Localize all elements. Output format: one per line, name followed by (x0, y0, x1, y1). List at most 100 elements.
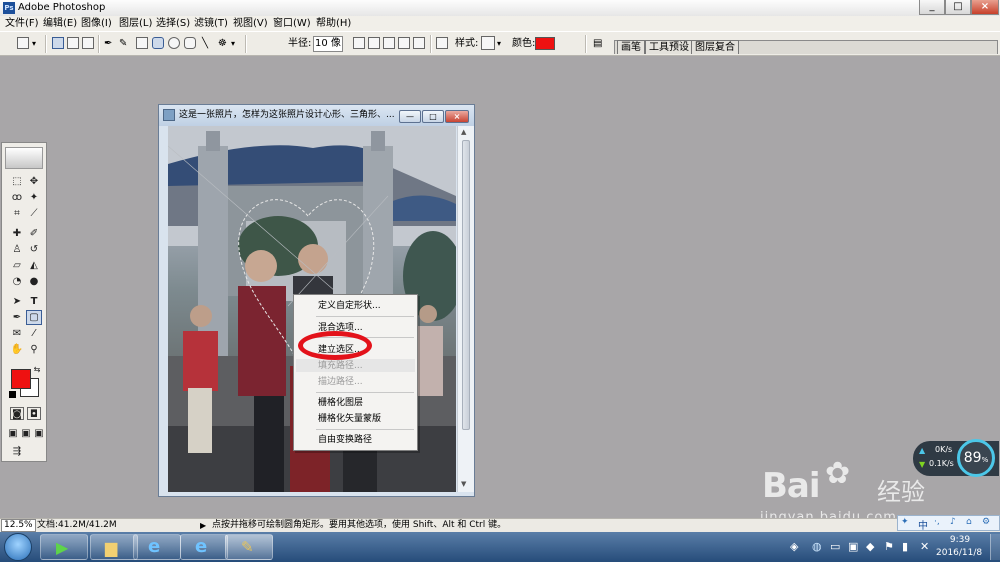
healing-brush-icon[interactable]: ✚ (10, 227, 24, 240)
palette-well-icon[interactable]: ▤ (593, 38, 602, 50)
document-title-bar[interactable]: 这是一张照片，怎样为这张照片设计心形、三角形、... — □ × (159, 105, 474, 126)
menu-item-rasterize-vector-mask[interactable]: 栅格化矢量蒙版 (318, 413, 381, 425)
tab-layer-comps[interactable]: 图层复合 (691, 40, 739, 54)
menu-item-fill-path[interactable]: 填充路径... (318, 360, 363, 372)
taskbar-explorer[interactable]: ▆ (90, 534, 138, 560)
path-intersect-button[interactable] (383, 37, 395, 49)
jump-to-imageready-icon[interactable]: ⇶ (10, 445, 24, 458)
menu-filter[interactable]: 滤镜(T) (194, 16, 228, 31)
tray-monitor-icon[interactable]: ▭ (830, 540, 840, 553)
ime-mic-icon[interactable]: ♪ (950, 517, 956, 527)
menu-edit[interactable]: 编辑(E) (43, 16, 77, 31)
style-swatch[interactable] (481, 36, 495, 50)
fill-pixels-mode-button[interactable] (82, 37, 94, 49)
foreground-color-swatch[interactable] (11, 369, 31, 389)
brush-tool-icon[interactable]: ✐ (27, 227, 41, 240)
zoom-level-field[interactable]: 12.5% (1, 519, 36, 532)
ime-logo-icon[interactable]: ✦ (901, 517, 909, 527)
hand-tool-icon[interactable]: ✋ (10, 343, 24, 356)
notes-tool-icon[interactable]: ✉ (10, 327, 24, 340)
marquee-tool-icon[interactable]: ⬚ (10, 175, 24, 188)
paths-mode-button[interactable] (67, 37, 79, 49)
screen-mode-full-icon[interactable]: ▣ (32, 427, 46, 440)
tab-tool-presets[interactable]: 工具预设 (645, 40, 693, 54)
minimize-button[interactable]: _ (919, 0, 945, 15)
scroll-down-icon[interactable]: ▼ (461, 480, 466, 488)
ellipse-tool-button[interactable] (168, 37, 180, 49)
radius-input[interactable]: 10 像 (313, 36, 343, 52)
path-selection-icon[interactable]: ➤ (10, 295, 24, 308)
doc-minimize-button[interactable]: — (399, 110, 421, 123)
menu-window[interactable]: 窗口(W) (273, 16, 311, 31)
line-tool-icon[interactable]: ╲ (202, 38, 208, 50)
taskbar-ie-2[interactable]: e (180, 534, 228, 560)
tray-security-icon[interactable]: ◆ (866, 540, 874, 553)
rounded-rectangle-tool-button[interactable] (152, 37, 164, 49)
maximize-button[interactable]: □ (945, 0, 971, 15)
slice-tool-icon[interactable]: ⟋ (27, 207, 41, 220)
magic-wand-icon[interactable]: ✦ (27, 191, 41, 204)
clock-date[interactable]: 2016/11/8 (936, 548, 982, 558)
taskbar-photoshop[interactable]: ✎ (225, 534, 273, 560)
path-add-button[interactable] (353, 37, 365, 49)
screen-mode-standard-icon[interactable]: ▣ (6, 427, 20, 440)
feather-logo[interactable] (5, 147, 43, 169)
tray-flag-icon[interactable]: ⚑ (884, 540, 894, 553)
tab-brushes[interactable]: 画笔 (617, 40, 645, 54)
menu-item-define-custom-shape[interactable]: 定义自定形状... (318, 300, 381, 312)
rectangle-tool-button[interactable] (136, 37, 148, 49)
crop-tool-icon[interactable]: ⌗ (10, 207, 24, 220)
eyedropper-icon[interactable]: ⁄ (27, 327, 41, 340)
pen-tool-icon[interactable]: ✒ (10, 311, 24, 324)
taskbar-ie[interactable]: e (133, 534, 181, 560)
ime-punct-icon[interactable]: ·, (934, 517, 940, 527)
link-layer-style-button[interactable] (436, 37, 448, 49)
ime-shirt-icon[interactable]: ⌂ (966, 517, 972, 527)
menu-item-free-transform-path[interactable]: 自由变换路径 (318, 434, 372, 446)
eraser-tool-icon[interactable]: ▱ (10, 259, 24, 272)
start-button[interactable] (4, 533, 32, 561)
chevron-down-icon[interactable]: ▾ (231, 38, 235, 50)
menu-view[interactable]: 视图(V) (233, 16, 268, 31)
move-tool-icon[interactable]: ✥ (27, 175, 41, 188)
scrollbar-thumb[interactable] (462, 140, 470, 430)
memory-usage-ring[interactable]: 89% (957, 439, 995, 477)
taskbar-media-player[interactable]: ▶ (40, 534, 88, 560)
tray-signal-icon[interactable]: ▮ (902, 540, 908, 553)
standard-mode-icon[interactable]: ◙ (10, 407, 24, 420)
path-combine-button[interactable] (413, 37, 425, 49)
custom-shape-icon[interactable]: ☸ (218, 38, 227, 50)
freeform-pen-icon[interactable]: ✎ (119, 38, 127, 50)
vertical-scrollbar[interactable]: ▲ ▼ (457, 126, 474, 492)
tray-shield-icon[interactable]: ◈ (790, 540, 798, 553)
tray-network-icon[interactable]: ◍ (812, 540, 822, 553)
swap-colors-icon[interactable]: ⇆ (32, 365, 42, 375)
menu-select[interactable]: 选择(S) (156, 16, 190, 31)
clock-time[interactable]: 9:39 (940, 535, 980, 545)
clone-stamp-icon[interactable]: ♙ (10, 243, 24, 256)
blur-tool-icon[interactable]: ◔ (10, 275, 24, 288)
history-brush-icon[interactable]: ↺ (27, 243, 41, 256)
doc-close-button[interactable]: × (445, 110, 469, 123)
chevron-down-icon[interactable]: ▾ (32, 38, 36, 50)
screen-mode-full-menu-icon[interactable]: ▣ (19, 427, 33, 440)
menu-item-stroke-path[interactable]: 描边路径... (318, 376, 363, 388)
path-subtract-button[interactable] (368, 37, 380, 49)
shape-layers-mode-button[interactable] (52, 37, 64, 49)
polygon-tool-button[interactable] (184, 37, 196, 49)
tray-volume-icon[interactable]: ✕ (920, 540, 929, 553)
chevron-down-icon[interactable]: ▾ (497, 38, 501, 50)
zoom-tool-icon[interactable]: ⚲ (27, 343, 41, 356)
ime-language[interactable]: 中 (918, 517, 928, 532)
menu-image[interactable]: 图像(I) (81, 16, 112, 31)
menu-layer[interactable]: 图层(L) (119, 16, 152, 31)
tool-preset-picker[interactable] (17, 37, 29, 49)
path-exclude-button[interactable] (398, 37, 410, 49)
quick-mask-mode-icon[interactable]: ◘ (27, 407, 41, 420)
type-tool-icon[interactable]: T (27, 295, 41, 308)
tray-drive-icon[interactable]: ▣ (848, 540, 858, 553)
menu-file[interactable]: 文件(F) (5, 16, 39, 31)
lasso-tool-icon[interactable]: ꝏ (10, 191, 24, 204)
scroll-up-icon[interactable]: ▲ (461, 128, 466, 136)
paint-bucket-icon[interactable]: ◭ (27, 259, 41, 272)
